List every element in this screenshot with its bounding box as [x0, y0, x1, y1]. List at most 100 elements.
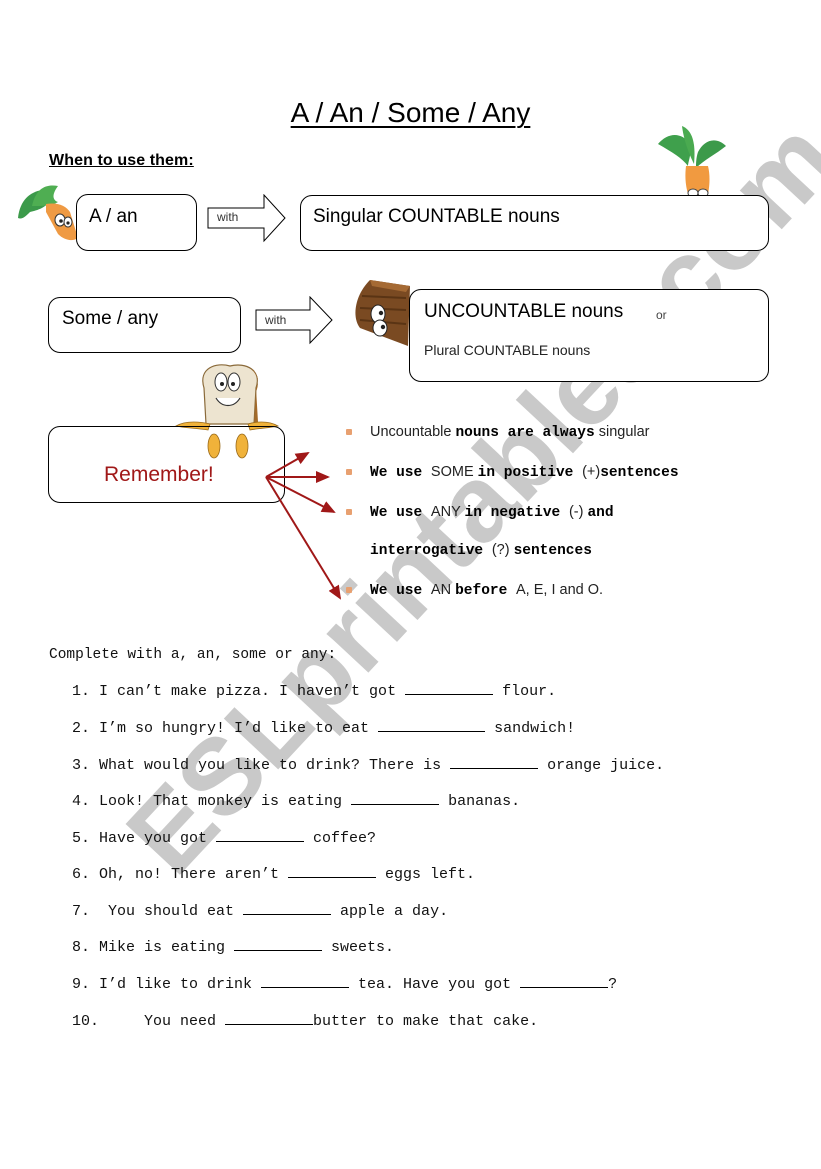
item-text: Mike is eating [99, 939, 235, 956]
exercise-item: 6. Oh, no! There aren’t eggs left. [72, 863, 475, 883]
rule-bold-text: interrogative [370, 543, 492, 559]
exercise-item: 10. You need butter to make that cake. [72, 1010, 538, 1030]
rule-text: SOME [430, 464, 478, 480]
item-text: I can’t make pizza. I haven’t got [99, 683, 406, 700]
answer-blank[interactable] [520, 973, 609, 988]
rule-text: (?) [491, 542, 514, 558]
item-text: sandwich! [485, 720, 576, 737]
rule-item: We use AN before A, E, I and O. [370, 581, 603, 599]
some-any-connector: with [265, 313, 287, 327]
bullet-icon [346, 429, 352, 435]
item-text: I’m so hungry! I’d like to eat [99, 720, 379, 737]
plural-countable-text: Plural COUNTABLE nouns [424, 342, 591, 358]
item-text: What would you like to drink? There is [99, 757, 451, 774]
exercise-item: 9. I’d like to drink tea. Have you got ? [72, 973, 617, 993]
rule-bold-text: We use [370, 505, 431, 521]
carrot-illustration-right [658, 126, 726, 198]
exercise-item: 3. What would you like to drink? There i… [72, 754, 664, 774]
item-text: ? [608, 976, 618, 993]
carrot-leaves-icon [658, 126, 726, 168]
answer-blank[interactable] [378, 717, 486, 732]
carrot-illustration-left [18, 185, 78, 241]
section-subtitle: When to use them: [49, 152, 194, 169]
or-text: or [656, 308, 667, 322]
item-text: You need [108, 1013, 226, 1030]
rule-item: Uncountable nouns are always singular [370, 423, 650, 441]
item-text: bananas. [439, 793, 521, 810]
exercise-item: 2. I’m so hungry! I’d like to eat sandwi… [72, 717, 575, 737]
answer-blank[interactable] [216, 827, 305, 842]
uncountable-plural-box: UNCOUNTABLE nouns or Plural COUNTABLE no… [409, 289, 769, 382]
bullet-icon [346, 509, 352, 515]
answer-blank[interactable] [351, 790, 440, 805]
item-number: 2. [72, 720, 100, 737]
a-an-connector: with [217, 210, 239, 224]
item-number: 8. [72, 939, 100, 956]
rule-bold-text: sentences [600, 465, 679, 481]
bullet-icon [346, 469, 352, 475]
a-an-box: A / an [76, 194, 197, 251]
bullet-icon [346, 587, 352, 593]
exercise-instruction: Complete with a, an, some or any: [49, 647, 337, 663]
some-any-label: Some / any [62, 308, 159, 329]
remember-box: Remember! [48, 426, 285, 503]
item-text: apple a day. [331, 903, 449, 920]
item-text: Have you got [99, 830, 217, 847]
rule-item-continuation: interrogative (?) sentences [370, 541, 592, 559]
item-text: tea. Have you got [349, 976, 521, 993]
item-text: eggs left. [376, 866, 476, 883]
answer-blank[interactable] [450, 754, 539, 769]
item-number: 7. [72, 903, 100, 920]
item-number: 9. [72, 976, 100, 993]
item-number: 3. [72, 757, 100, 774]
item-number: 4. [72, 793, 100, 810]
singular-countable-text: Singular COUNTABLE nouns [313, 206, 560, 227]
item-text: You should eat [99, 903, 244, 920]
rule-text: A, E, I and O. [516, 582, 604, 598]
rule-text: (+) [582, 464, 601, 480]
rule-text: AN [430, 582, 456, 598]
remember-label: Remember! [104, 463, 214, 486]
arrow-to-rule-1 [265, 452, 310, 478]
item-number: 10. [72, 1013, 109, 1030]
singular-countable-box: Singular COUNTABLE nouns [300, 195, 769, 251]
answer-blank[interactable] [261, 973, 350, 988]
rule-bold-text: nouns are always [455, 425, 595, 441]
item-text: butter to make that cake. [313, 1013, 539, 1030]
rule-bold-text: We use [370, 583, 431, 599]
answer-blank[interactable] [243, 900, 332, 915]
remember-arrows [265, 452, 342, 600]
item-text: flour. [493, 683, 557, 700]
rule-bold-text: We use [370, 465, 431, 481]
rule-text: ANY [430, 504, 465, 520]
exercise-item: 4. Look! That monkey is eating bananas. [72, 790, 520, 810]
rule-text: Uncountable [370, 424, 456, 440]
item-number: 6. [72, 866, 100, 883]
rule-item: We use SOME in positive (+)sentences [370, 463, 679, 481]
exercise-item: 5. Have you got coffee? [72, 827, 376, 847]
item-number: 5. [72, 830, 100, 847]
answer-blank[interactable] [288, 863, 377, 878]
answer-blank[interactable] [234, 936, 323, 951]
chocolate-cake-illustration [355, 280, 410, 346]
answer-blank[interactable] [405, 680, 494, 695]
uncountable-nouns-text: UNCOUNTABLE nouns [424, 301, 624, 322]
rule-bold-text: and [587, 505, 614, 521]
rule-bold-text: sentences [513, 543, 592, 559]
item-text: coffee? [304, 830, 377, 847]
item-text: orange juice. [538, 757, 665, 774]
exercise-item: 7. You should eat apple a day. [72, 900, 448, 920]
item-text: sweets. [322, 939, 395, 956]
exercise-item: 8. Mike is eating sweets. [72, 936, 394, 956]
item-text: I’d like to drink [99, 976, 262, 993]
rule-bold-text: in negative [464, 505, 569, 521]
rule-text: (-) [568, 504, 588, 520]
a-an-label: A / an [89, 206, 138, 227]
item-text: Oh, no! There aren’t [99, 866, 289, 883]
some-any-box: Some / any [48, 297, 241, 353]
answer-blank[interactable] [225, 1010, 314, 1025]
exercise-item: 1. I can’t make pizza. I haven’t got flo… [72, 680, 556, 700]
rule-bold-text: in positive [477, 465, 583, 481]
rule-bold-text: before [455, 583, 517, 599]
item-number: 1. [72, 683, 100, 700]
